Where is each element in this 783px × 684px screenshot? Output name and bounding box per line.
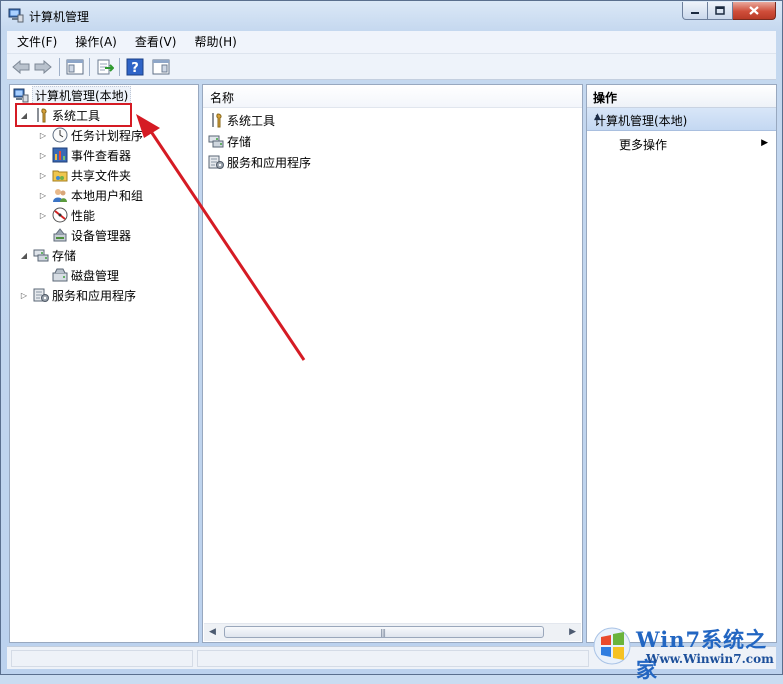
- watermark: Win7系统之家 Www.Winwin7.com: [590, 620, 780, 682]
- windows-logo-icon: [593, 627, 631, 665]
- annotation-arrow-icon: [136, 114, 306, 361]
- watermark-url: Www.Winwin7.com: [646, 652, 774, 666]
